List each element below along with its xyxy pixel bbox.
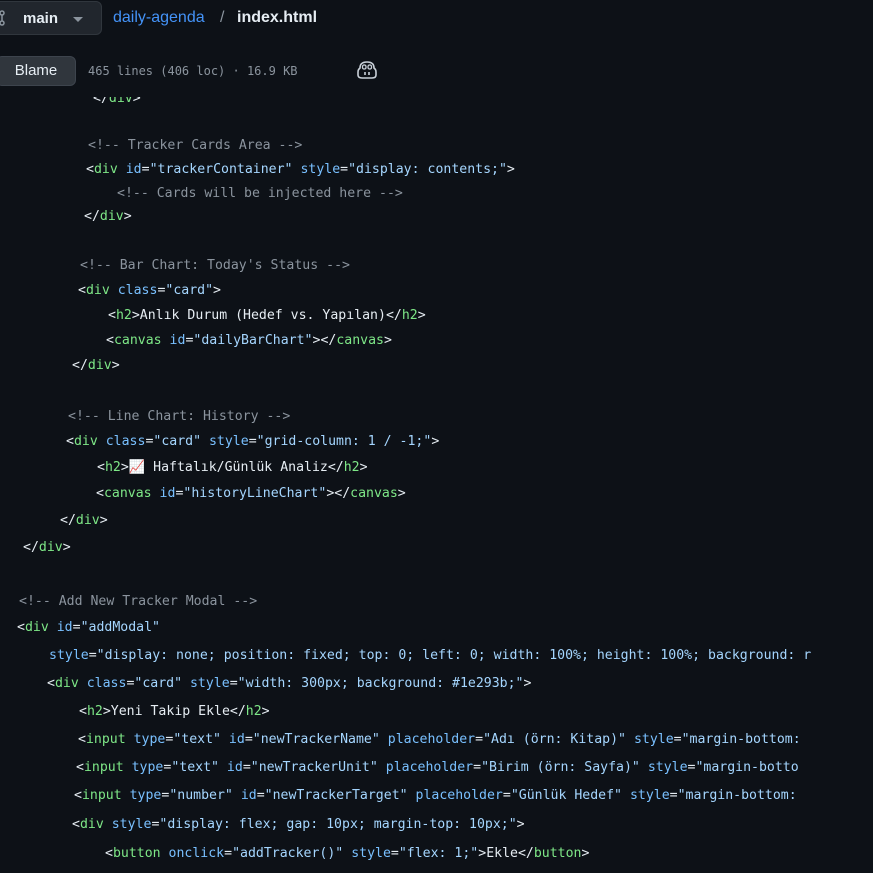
code-line: <!-- Bar Chart: Today's Status --> [80,258,350,273]
branch-name: main [23,10,59,27]
code-line: </div> [72,358,120,373]
code-line: <div id="addModal" [17,620,160,635]
branch-selector-button[interactable]: main [0,1,102,35]
code-line: <canvas id="dailyBarChart"></canvas> [106,333,392,348]
code-line: <!-- Add New Tracker Modal --> [19,594,258,609]
code-line: </div> [93,97,141,106]
code-view: </div> <!-- Tracker Cards Area --> <div id… [0,97,873,873]
code-line: </div> [60,513,108,528]
code-line: <h2>Anlık Durum (Hedef vs. Yapılan)</h2> [108,308,426,323]
code-line: <div class="card"> [78,283,221,298]
breadcrumb-repo-link[interactable]: daily-agenda [113,9,205,27]
code-line: <!-- Tracker Cards Area --> [88,138,303,153]
code-line: <!-- Line Chart: History --> [68,409,291,424]
code-line: <button onclick="addTracker()" style="fl… [105,846,590,861]
code-line: <div id="trackerContainer" style="displa… [86,162,515,177]
code-line: </div> [84,209,132,224]
code-line: <!-- Cards will be injected here --> [117,186,403,201]
file-info: 465 lines (406 loc) · 16.9 KB [88,64,298,78]
code-line: </div> [23,540,71,555]
code-line: <div style="display: flex; gap: 10px; ma… [72,817,525,832]
code-line: <div class="card" style="grid-column: 1 … [66,434,440,449]
code-line: <input type="number" id="newTrackerTarge… [74,788,797,803]
file-toolbar: Blame 465 lines (406 loc) · 16.9 KB [0,44,873,98]
code-line: <h2>📈 Haftalık/Günlük Analiz</h2> [97,460,368,475]
breadcrumb-separator: / [220,9,225,26]
git-branch-icon [0,10,5,26]
repo-header: main daily-agenda / index.html [0,0,873,45]
code-line: <canvas id="historyLineChart"></canvas> [96,486,406,501]
breadcrumb-file-name: index.html [237,9,318,26]
chevron-down-icon [73,17,83,22]
code-line: <input type="text" id="newTrackerUnit" p… [76,760,799,775]
code-line: <input type="text" id="newTrackerName" p… [78,732,801,747]
blame-button[interactable]: Blame [0,56,76,86]
code-line: <div class="card" style="width: 300px; b… [47,676,532,691]
copilot-icon[interactable] [356,60,378,80]
code-line: <h2>Yeni Takip Ekle</h2> [79,704,270,719]
code-line: style="display: none; position: fixed; t… [49,648,812,663]
